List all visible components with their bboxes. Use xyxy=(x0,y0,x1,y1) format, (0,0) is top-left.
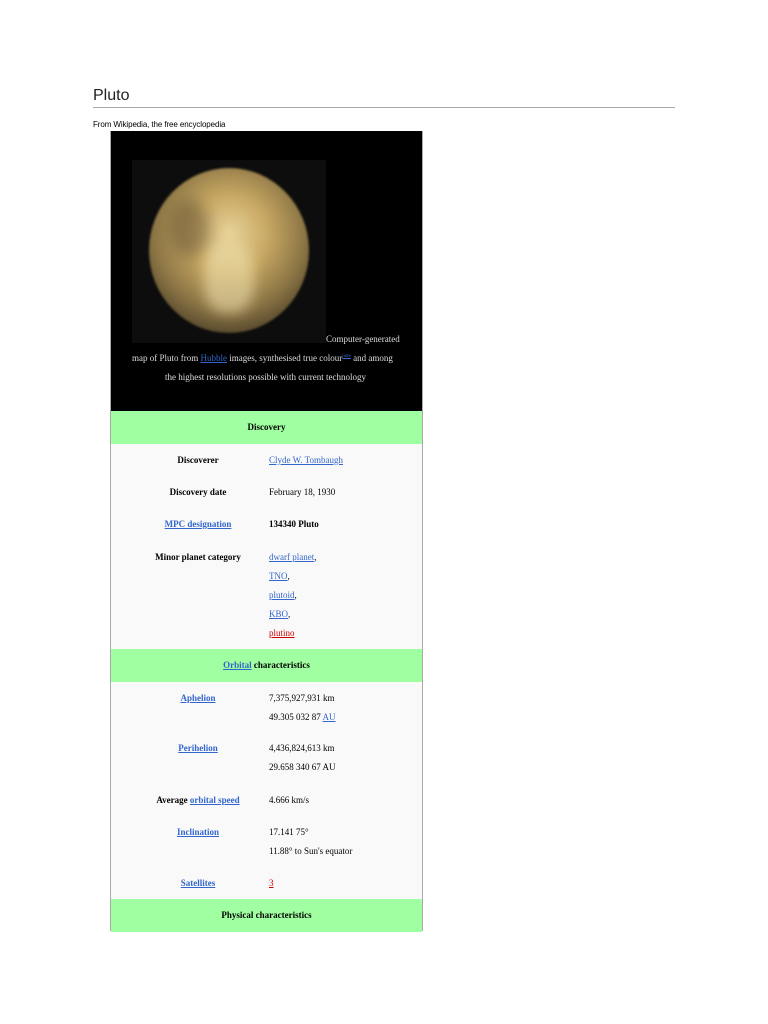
inclination: 17.141 75° xyxy=(269,827,309,837)
physical-header: Physical characteristics xyxy=(111,899,422,932)
category-label: Minor planet category xyxy=(155,552,241,562)
orbital-link[interactable]: Orbital xyxy=(223,660,252,670)
aphelion-link[interactable]: Aphelion xyxy=(180,693,215,703)
category-link[interactable]: plutoid xyxy=(269,590,295,600)
perihelion-link[interactable]: Perihelion xyxy=(178,743,218,753)
discovery-date-label: Discovery date xyxy=(169,487,227,497)
au-link[interactable]: AU xyxy=(323,712,336,722)
infobox-image-section: Computer-generated map of Pluto from Hub… xyxy=(111,131,422,411)
discoverer-label: Discoverer xyxy=(177,455,219,465)
note-link[interactable]: note xyxy=(342,354,351,359)
caption-line1: Computer-generated xyxy=(326,334,400,344)
mpc-designation-link[interactable]: MPC designation xyxy=(165,519,232,529)
caption-text: map of Pluto from xyxy=(132,353,201,363)
caption-line3: the highest resolutions possible with cu… xyxy=(165,372,366,382)
category-link[interactable]: KBO xyxy=(269,609,288,619)
perihelion-km: 4,436,824,613 km xyxy=(269,743,335,753)
title-divider xyxy=(93,107,675,108)
caption-text: and among xyxy=(350,353,393,363)
mpc-designation: 134340 Pluto xyxy=(269,519,319,529)
inclination-link[interactable]: Inclination xyxy=(177,827,219,837)
inclination-sun: 11.88° to Sun's equator xyxy=(269,846,353,856)
orbital-speed-link[interactable]: orbital speed xyxy=(190,795,240,805)
aphelion-au: 49.305 032 87 xyxy=(269,712,321,722)
header-text: characteristics xyxy=(251,660,310,670)
caption-text: images, synthesised true colour xyxy=(227,353,343,363)
satellites-count[interactable]: 3 xyxy=(269,878,274,888)
category-link[interactable]: plutino xyxy=(269,628,295,638)
discovery-header: Discovery xyxy=(111,411,422,444)
discovery-date: February 18, 1930 xyxy=(269,487,336,497)
aphelion-km: 7,375,927,931 km xyxy=(269,693,335,703)
perihelion-au: 29.658 340 67 AU xyxy=(269,762,336,772)
category-link[interactable]: TNO xyxy=(269,571,288,581)
page-subtitle: From Wikipedia, the free encyclopedia xyxy=(93,120,226,129)
satellites-link[interactable]: Satellites xyxy=(181,878,216,888)
discoverer-link[interactable]: Clyde W. Tombaugh xyxy=(269,455,343,465)
caption-line2: map of Pluto from Hubble images, synthes… xyxy=(132,353,393,363)
orbital-speed: 4.666 km/s xyxy=(269,795,310,805)
pluto-globe xyxy=(149,168,309,333)
category-link[interactable]: dwarf planet xyxy=(269,552,314,562)
page-title: Pluto xyxy=(93,87,130,104)
infobox: Computer-generated map of Pluto from Hub… xyxy=(110,131,423,932)
speed-label: Average xyxy=(156,795,190,805)
hubble-link[interactable]: Hubble xyxy=(201,353,228,363)
orbital-header: Orbital characteristics xyxy=(111,649,422,682)
pluto-image[interactable] xyxy=(132,160,326,343)
